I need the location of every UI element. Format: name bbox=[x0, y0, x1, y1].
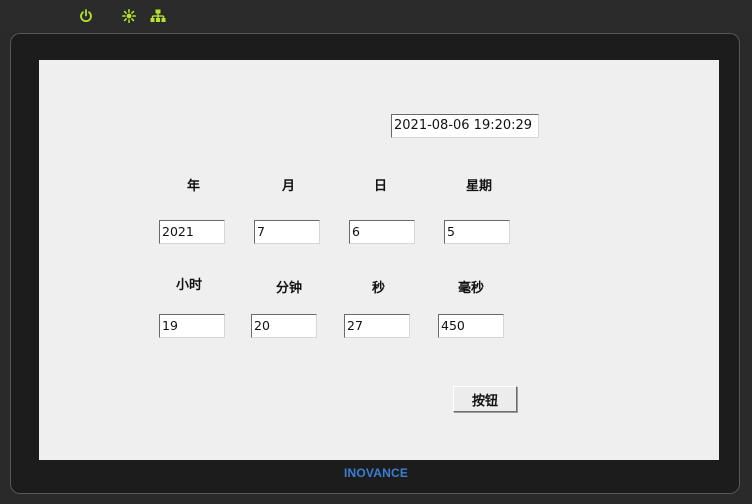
day-label: 日 bbox=[374, 179, 388, 194]
year-label: 年 bbox=[187, 179, 201, 194]
power-icon bbox=[78, 8, 94, 24]
hour-label: 小时 bbox=[176, 278, 203, 293]
hmi-device: 2021-08-06 19:20:29 年 月 日 星期 2021 7 6 5 … bbox=[0, 0, 752, 504]
weekday-label: 星期 bbox=[466, 179, 493, 194]
month-label: 月 bbox=[282, 179, 296, 194]
sun-icon bbox=[121, 8, 137, 24]
day-field[interactable]: 6 bbox=[349, 220, 415, 244]
second-label: 秒 bbox=[372, 281, 386, 296]
brand-logo: INOVANCE bbox=[343, 466, 409, 480]
month-field[interactable]: 7 bbox=[254, 220, 320, 244]
millisecond-label: 毫秒 bbox=[458, 281, 485, 296]
hour-field[interactable]: 19 bbox=[159, 314, 225, 338]
status-bar bbox=[0, 0, 752, 30]
action-button-label: 按钮 bbox=[471, 393, 498, 409]
datetime-display: 2021-08-06 19:20:29 bbox=[391, 114, 539, 138]
action-button[interactable]: 按钮 bbox=[453, 386, 517, 412]
hmi-screen bbox=[39, 60, 719, 460]
minute-label: 分钟 bbox=[276, 281, 303, 296]
year-field[interactable]: 2021 bbox=[159, 220, 225, 244]
second-field[interactable]: 27 bbox=[344, 314, 410, 338]
network-icon bbox=[150, 8, 166, 24]
weekday-field[interactable]: 5 bbox=[444, 220, 510, 244]
millisecond-field[interactable]: 450 bbox=[438, 314, 504, 338]
minute-field[interactable]: 20 bbox=[251, 314, 317, 338]
